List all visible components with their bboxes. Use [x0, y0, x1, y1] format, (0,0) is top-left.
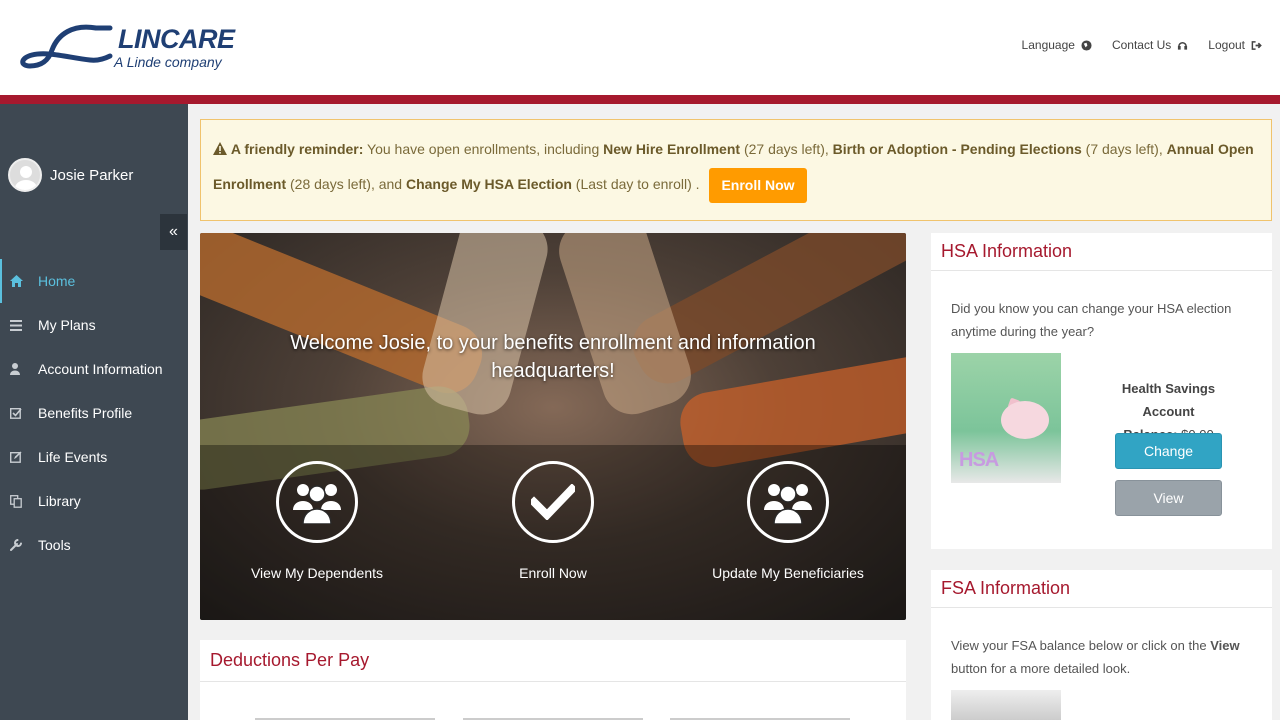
hsa-change-button[interactable]: Change [1115, 433, 1222, 469]
logout-label: Logout [1208, 38, 1245, 52]
header-links: Language Contact Us Logout [1022, 38, 1262, 52]
sidebar-item-home[interactable]: Home [0, 259, 188, 303]
hero-photo-arm [415, 233, 555, 422]
deductions-title: Deductions Per Pay [200, 640, 906, 682]
sidebar-item-label: My Plans [38, 317, 96, 333]
reminder-item-name: Change My HSA Election [405, 176, 572, 192]
hsa-title: HSA Information [931, 233, 1272, 271]
people-icon [276, 461, 358, 543]
sidebar-item-life-events[interactable]: Life Events [0, 435, 188, 479]
fsa-text-after: button for a more detailed look. [951, 661, 1131, 676]
fsa-title: FSA Information [931, 570, 1272, 608]
enroll-now-action[interactable]: Enroll Now [443, 461, 663, 581]
language-link[interactable]: Language [1022, 38, 1092, 52]
home-icon [10, 275, 38, 287]
hero-photo-arm [551, 233, 699, 423]
reminder-lead: A friendly reminder: [230, 141, 364, 157]
logo-wordmark: LINCARE [118, 24, 235, 54]
reminder-item-days: (Last day to enroll) . [571, 176, 700, 192]
hsa-description: Did you know you can change your HSA ele… [951, 301, 1232, 339]
sidebar-item-label: Library [38, 493, 81, 509]
sidebar: Josie Parker « Home My Plans Account Inf… [0, 104, 188, 720]
deductions-panel: Deductions Per Pay [200, 640, 906, 720]
sidebar-item-my-plans[interactable]: My Plans [0, 303, 188, 347]
hsa-piggy-bank-image: HSA [951, 353, 1061, 483]
copy-icon [10, 494, 38, 508]
sidebar-item-label: Home [38, 273, 76, 289]
logout-icon [1251, 40, 1262, 50]
hero-action-label: View My Dependents [250, 565, 384, 581]
logout-link[interactable]: Logout [1208, 38, 1262, 52]
edit-icon [10, 451, 38, 463]
reminder-item-name: Birth or Adoption - Pending Elections [832, 141, 1082, 157]
hsa-image-letters: HSA [959, 449, 999, 472]
sidebar-item-label: Life Events [38, 449, 108, 465]
sidebar-item-label: Account Information [38, 361, 163, 377]
list-icon [10, 319, 38, 331]
contact-us-label: Contact Us [1111, 38, 1172, 52]
fsa-text-before: View your FSA balance below or click on … [951, 638, 1211, 653]
people-icon [747, 461, 829, 543]
globe-icon [1081, 39, 1092, 51]
hsa-image-label: HSA [959, 449, 999, 471]
sidebar-item-account-information[interactable]: Account Information [0, 347, 188, 391]
sidebar-item-library[interactable]: Library [0, 479, 188, 523]
sidebar-item-label: Tools [38, 537, 71, 553]
user-icon [10, 363, 38, 375]
enroll-now-button[interactable]: Enroll Now [709, 167, 807, 203]
hero-welcome-title: Welcome Josie, to your benefits enrollme… [290, 332, 816, 382]
fsa-description: View your FSA balance below or click on … [931, 608, 1272, 680]
contact-us-link[interactable]: Contact Us [1112, 38, 1188, 52]
wrench-icon [10, 539, 38, 551]
reminder-item-days: (7 days left), [1081, 141, 1167, 157]
header: LINCARE A Linde company Language Contact… [0, 0, 1280, 95]
check-icon [512, 461, 594, 543]
user-name: Josie Parker [50, 166, 134, 184]
collapse-sidebar-button[interactable]: « [160, 214, 187, 250]
reminder-item-days: (28 days left), and [286, 176, 406, 192]
view-my-dependents-action[interactable]: View My Dependents [207, 461, 427, 581]
language-label: Language [1021, 38, 1075, 52]
warning-icon [213, 142, 227, 155]
header-accent-bar [0, 95, 1280, 104]
enrollment-reminder-alert: A friendly reminder: You have open enrol… [200, 119, 1272, 221]
logo-tagline: A Linde company [114, 54, 222, 70]
avatar [8, 158, 42, 192]
lincare-logo[interactable]: LINCARE A Linde company [18, 22, 238, 74]
sidebar-item-tools[interactable]: Tools [0, 523, 188, 567]
fsa-panel: FSA Information View your FSA balance be… [931, 570, 1272, 720]
fsa-text-bold: View [1210, 638, 1240, 653]
checkbox-icon [10, 407, 38, 419]
update-my-beneficiaries-action[interactable]: Update My Beneficiaries [678, 461, 898, 581]
headset-icon [1178, 41, 1188, 50]
hsa-view-button[interactable]: View [1115, 480, 1222, 516]
hsa-account-label: Health Savings Account [1121, 381, 1216, 419]
welcome-hero: Welcome Josie, to your benefits enrollme… [200, 233, 906, 620]
hero-action-label: Enroll Now [519, 565, 587, 581]
hsa-panel: HSA Information Did you know you can cha… [931, 233, 1272, 549]
sidebar-item-benefits-profile[interactable]: Benefits Profile [0, 391, 188, 435]
fsa-image [951, 690, 1061, 720]
sidebar-item-label: Benefits Profile [38, 405, 133, 421]
piggy-bank-icon [1001, 401, 1049, 439]
logo-swoosh-icon [20, 24, 113, 69]
hero-action-label: Update My Beneficiaries [712, 565, 864, 581]
user-profile[interactable]: Josie Parker [8, 158, 133, 192]
sidebar-nav: Home My Plans Account Information Benefi… [0, 259, 188, 567]
reminder-intro: You have open enrollments, including [363, 141, 604, 157]
reminder-item-days: (27 days left), [740, 141, 833, 157]
reminder-item-name: New Hire Enrollment [603, 141, 741, 157]
